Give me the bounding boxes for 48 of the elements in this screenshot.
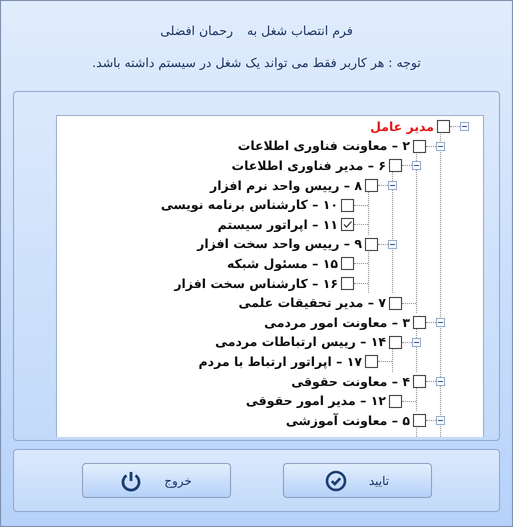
user-name: رحمان افضلی (160, 23, 233, 38)
confirm-button[interactable]: تایید (282, 463, 432, 498)
checkbox[interactable] (365, 179, 378, 192)
exit-button[interactable]: خروج (82, 463, 230, 498)
tree-item[interactable]: ۳ – معاونت امور مردمی (264, 314, 410, 331)
tree-item[interactable]: ۲ – معاونت فناوری اطلاعات (238, 138, 410, 154)
collapse-icon[interactable] (412, 338, 421, 347)
collapse-icon[interactable] (436, 416, 445, 426)
checkbox[interactable] (413, 316, 426, 330)
collapse-icon[interactable] (388, 240, 397, 249)
tree-item[interactable]: ۹ – رییس واحد سخت افزار (197, 236, 362, 252)
checkbox[interactable] (389, 296, 402, 310)
checkbox[interactable] (341, 198, 354, 212)
checkbox[interactable] (389, 159, 402, 172)
power-icon (120, 470, 142, 492)
check-circle-icon (324, 470, 347, 492)
tree-item[interactable]: ۷ – مدیر تحقیقات علمی (238, 295, 386, 312)
tree-item[interactable]: ۶ – مدیر فناوری اطلاعات (232, 158, 386, 174)
tree-item[interactable]: ۱۰ – کارشناس برنامه نویسی (160, 197, 338, 214)
collapse-icon[interactable] (436, 377, 445, 386)
checkbox[interactable] (437, 120, 450, 134)
checkbox[interactable] (389, 394, 402, 408)
checkbox[interactable] (389, 336, 402, 349)
tree-item[interactable]: ۱۴ – رییس ارتباطات مردمی (215, 334, 386, 350)
tree-item[interactable]: ۴ – معاونت حقوقی (291, 374, 410, 390)
notice-text: توجه : هر کاربر فقط می تواند یک شغل در سیستم داشته باشد. (92, 55, 421, 70)
checkbox[interactable] (413, 140, 426, 153)
tree-item[interactable]: ۱۲ – مدیر امور حقوقی (246, 393, 386, 410)
checkbox[interactable] (413, 375, 426, 388)
tree-item[interactable]: مدیر عامل (370, 118, 434, 135)
collapse-icon[interactable] (388, 181, 397, 190)
tree-item[interactable]: ۱۷ – اپراتور ارتباط با مردم (198, 354, 362, 370)
tree-item[interactable]: ۱۵ – مسئول شبکه (226, 256, 338, 272)
collapse-icon[interactable] (460, 122, 469, 132)
collapse-icon[interactable] (436, 142, 445, 151)
checkbox[interactable] (341, 218, 354, 232)
tree-item[interactable]: ۱۶ – کارشناس سخت افزار (174, 276, 338, 292)
checkbox[interactable] (413, 414, 426, 428)
checkbox[interactable] (341, 277, 354, 290)
tree-item[interactable]: ۸ – رییس واحد نرم افزار (210, 178, 362, 194)
checkbox[interactable] (365, 355, 378, 368)
tree-item[interactable]: ۱۱ – اپراتور سیستم (218, 216, 338, 233)
collapse-icon[interactable] (412, 161, 421, 170)
tree-item[interactable]: ۵ – معاونت آموزشی (286, 412, 410, 429)
collapse-icon[interactable] (436, 318, 445, 328)
checkbox[interactable] (365, 238, 378, 251)
checkbox[interactable] (341, 257, 354, 270)
form-title: فرم انتصاب شغل به (246, 23, 353, 38)
